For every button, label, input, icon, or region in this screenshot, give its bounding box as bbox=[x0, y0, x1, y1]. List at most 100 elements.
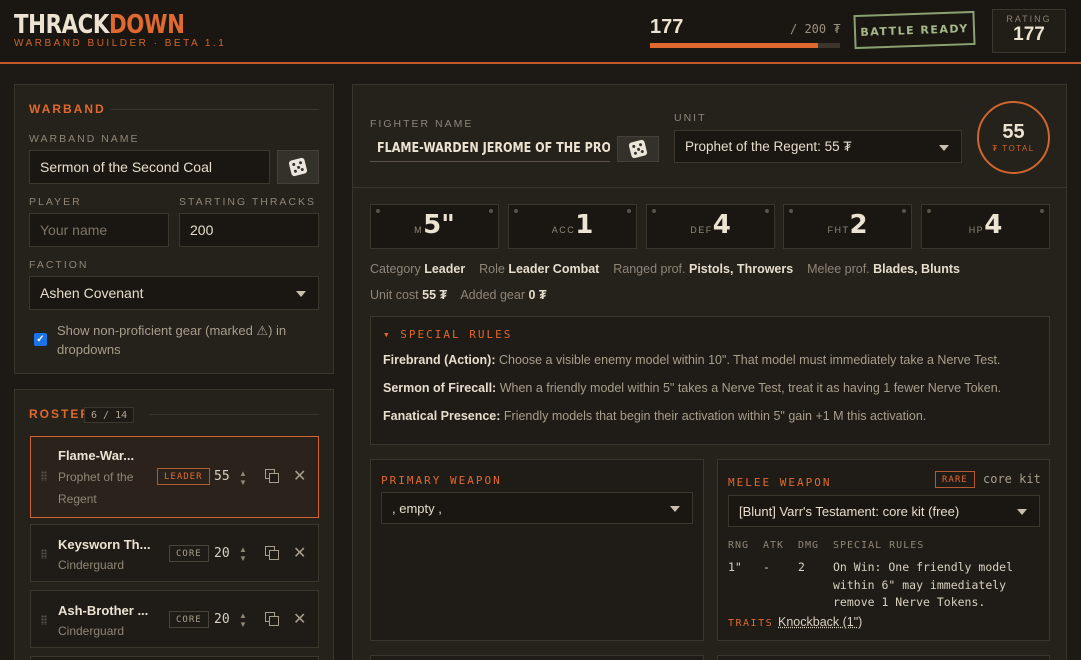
stat-label: ACC bbox=[551, 225, 576, 235]
kit-label: core kit bbox=[983, 472, 1041, 486]
show-nonproficient-checkbox[interactable]: ✓ bbox=[34, 333, 47, 346]
player-label: PLAYER bbox=[29, 196, 82, 208]
fighter-cost-line: Unit cost 55 ₮ Added gear 0 ₮ bbox=[370, 288, 547, 302]
unit-cost-label: Unit cost bbox=[370, 288, 419, 302]
special-rule: Sermon of Firecall: When a friendly mode… bbox=[383, 381, 1001, 395]
dice-icon bbox=[628, 139, 648, 159]
rule-text: When a friendly model within 5" takes a … bbox=[496, 381, 1002, 395]
roster-item[interactable]: Flame-War... Prophet of the Regent LEADE… bbox=[30, 436, 319, 518]
roster-item-cost: 20 bbox=[214, 612, 230, 627]
cost-stepper[interactable]: ▲ ▼ bbox=[239, 469, 247, 487]
col-header-atk: ATK bbox=[763, 540, 785, 551]
remove-icon[interactable]: ✕ bbox=[293, 546, 306, 562]
remove-icon[interactable]: ✕ bbox=[293, 612, 306, 628]
category-value: Leader bbox=[424, 262, 466, 276]
randomize-name-button[interactable] bbox=[277, 150, 319, 184]
rule-name: Firebrand (Action): bbox=[383, 353, 496, 367]
drag-handle-icon[interactable] bbox=[41, 549, 47, 559]
stat-value: 1 bbox=[575, 210, 594, 240]
roster-item-cost: 20 bbox=[214, 546, 230, 561]
warband-name-label: WARBAND NAME bbox=[29, 133, 140, 145]
brand-subtitle: WARBAND BUILDER · BETA 1.1 bbox=[14, 38, 227, 49]
special-rule: Fanatical Presence: Friendly models that… bbox=[383, 409, 926, 423]
starting-thracks-input[interactable]: 200 bbox=[179, 213, 319, 247]
unit-select[interactable]: Prophet of the Regent: 55 ₮ bbox=[674, 130, 962, 163]
weapon-special-rules: On Win: One friendly model within 6" may… bbox=[833, 559, 1043, 612]
stat-hit-points: HP4 bbox=[921, 204, 1050, 249]
dice-icon bbox=[288, 157, 308, 177]
total-cost-label: ₮ TOTAL bbox=[992, 144, 1035, 153]
role-label: Role bbox=[479, 262, 505, 276]
stat-label: FHT bbox=[827, 225, 850, 235]
remove-icon[interactable]: ✕ bbox=[293, 469, 306, 485]
stat-label: HP bbox=[968, 225, 985, 235]
cost-stepper[interactable]: ▲ ▼ bbox=[239, 545, 247, 563]
special-rules-toggle[interactable]: ▾ SPECIAL RULES bbox=[383, 328, 512, 341]
fighter-info-line: Category Leader Role Leader Combat Range… bbox=[370, 262, 960, 276]
special-line: remove 1 Nerve Tokens. bbox=[833, 595, 986, 609]
melee-label: Melee prof. bbox=[807, 262, 870, 276]
stat-accuracy: ACC1 bbox=[508, 204, 637, 249]
budget-max: / 200 ₮ bbox=[790, 22, 841, 36]
traits-label: TRAITS bbox=[728, 618, 774, 629]
primary-weapon-select[interactable]: , empty , bbox=[381, 492, 693, 524]
ranged-label: Ranged prof. bbox=[613, 262, 686, 276]
rule-text: Choose a visible enemy model within 10".… bbox=[495, 353, 1001, 367]
weapon-damage: 2 bbox=[798, 560, 805, 574]
roster-count-badge: 6 / 14 bbox=[84, 407, 135, 423]
chevron-down-icon bbox=[1017, 509, 1027, 515]
special-rules-box: ▾ SPECIAL RULES Firebrand (Action): Choo… bbox=[370, 316, 1050, 445]
faction-label: FACTION bbox=[29, 259, 89, 271]
roster-item[interactable] bbox=[30, 656, 319, 660]
fighter-name-label: FIGHTER NAME bbox=[370, 118, 474, 130]
show-nonproficient-label: Show non-proficient gear (marked ⚠) in d… bbox=[57, 323, 287, 357]
budget-progress-bar bbox=[650, 43, 840, 48]
section-divider bbox=[149, 414, 319, 415]
stat-value: 5" bbox=[423, 210, 455, 240]
fighter-name-input[interactable]: FLAME-WARDEN JEROME OF THE PROMISE bbox=[370, 136, 610, 162]
special-line: On Win: One friendly model bbox=[833, 560, 1014, 574]
col-header-rng: RNG bbox=[728, 540, 750, 551]
warband-section-title: WARBAND bbox=[29, 102, 106, 116]
player-input[interactable]: Your name bbox=[29, 213, 169, 247]
total-cost-value: 55 bbox=[1002, 121, 1025, 143]
category-label: Category bbox=[370, 262, 421, 276]
core-tag: CORE bbox=[169, 611, 209, 628]
rule-text: Friendly models that begin their activat… bbox=[500, 409, 927, 423]
added-gear-value: 0 ₮ bbox=[528, 288, 547, 302]
duplicate-icon[interactable] bbox=[265, 546, 279, 560]
roster-item-unit: Cinderguard bbox=[58, 624, 125, 638]
drag-handle-icon[interactable] bbox=[41, 471, 47, 481]
rule-name: Fanatical Presence: bbox=[383, 409, 501, 423]
stat-movement: M5" bbox=[370, 204, 499, 249]
drag-handle-icon[interactable] bbox=[41, 615, 47, 625]
col-header-dmg: DMG bbox=[798, 540, 820, 551]
roster-item-unit: Cinderguard bbox=[58, 558, 125, 572]
melee-weapon-select[interactable]: [Blunt] Varr's Testament: core kit (free… bbox=[728, 495, 1040, 527]
stat-value: 2 bbox=[849, 210, 868, 240]
duplicate-icon[interactable] bbox=[265, 469, 279, 483]
rule-name: Sermon of Firecall: bbox=[383, 381, 497, 395]
col-header-special: SPECIAL RULES bbox=[833, 540, 925, 551]
rating-label: RATING bbox=[1006, 14, 1052, 24]
faction-select[interactable]: Ashen Covenant bbox=[29, 276, 319, 310]
warband-name-input[interactable]: Sermon of the Second Coal bbox=[29, 150, 270, 184]
roster-item[interactable]: Ash-Brother ... Cinderguard CORE 20 ▲ ▼ ✕ bbox=[30, 590, 319, 648]
fighter-header: FIGHTER NAME FLAME-WARDEN JEROME OF THE … bbox=[353, 85, 1066, 188]
cost-stepper[interactable]: ▲ ▼ bbox=[239, 611, 247, 629]
randomize-fighter-name-button[interactable] bbox=[617, 136, 659, 162]
weapon-attacks: - bbox=[763, 560, 770, 574]
app-header: THRACKDOWN WARBAND BUILDER · BETA 1.1 17… bbox=[0, 0, 1081, 64]
rarity-tag: RARE bbox=[935, 471, 975, 488]
budget-used: 177 bbox=[650, 16, 684, 38]
stat-fight: FHT2 bbox=[783, 204, 912, 249]
roster-section-title: ROSTER bbox=[29, 407, 92, 421]
roster-item[interactable]: Keysworn Th... Cinderguard CORE 20 ▲ ▼ ✕ bbox=[30, 524, 319, 582]
fighter-editor-panel: FIGHTER NAME FLAME-WARDEN JEROME OF THE … bbox=[352, 84, 1067, 660]
duplicate-icon[interactable] bbox=[265, 612, 279, 626]
melee-value: Blades, Blunts bbox=[873, 262, 960, 276]
melee-weapon-box: MELEE WEAPON RARE core kit [Blunt] Varr'… bbox=[717, 459, 1050, 641]
trait-knockback[interactable]: Knockback (1") bbox=[778, 615, 862, 629]
brand-title-part: THRACK bbox=[14, 10, 110, 40]
rating-value: 177 bbox=[1013, 24, 1045, 45]
